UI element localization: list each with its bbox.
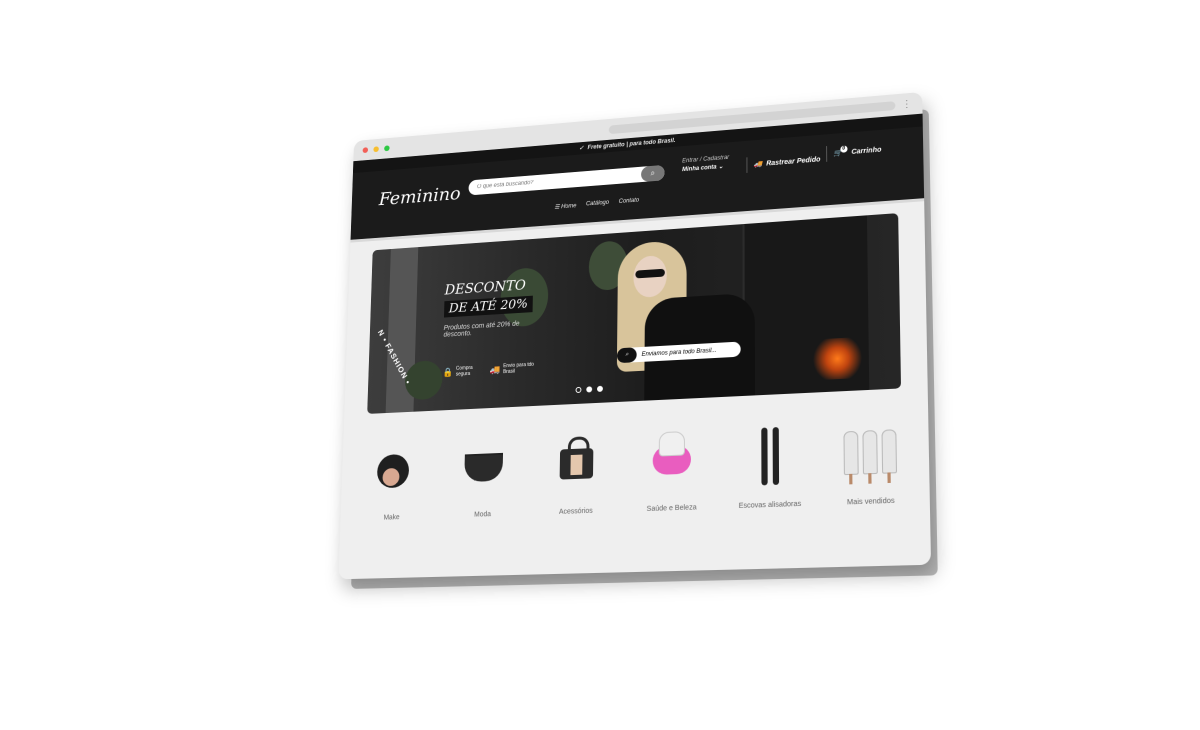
- nav-catalog[interactable]: Catálogo: [586, 200, 609, 208]
- promo-title-line2: DE ATÉ 20%: [443, 295, 533, 318]
- cart-count-badge: 0: [840, 144, 848, 153]
- category-label: Saúde e Beleza: [646, 504, 697, 514]
- carousel-dot[interactable]: [586, 386, 593, 393]
- chevron-down-icon: ⌄: [718, 164, 724, 171]
- category-escovas[interactable]: Escovas alisadoras: [729, 421, 812, 510]
- feature-shipping: 🚚 Envio para tdo Brasil: [489, 361, 535, 376]
- hamburger-icon: ☰: [554, 204, 560, 211]
- account-menu[interactable]: Entrar / Cadastrar Minha conta ⌄: [682, 154, 729, 175]
- minimize-window-button[interactable]: [373, 146, 379, 153]
- browser-window: ⋮ ✓ Frete gratuito | para todo Brasil. F…: [338, 91, 932, 580]
- brush-icon: [760, 427, 779, 486]
- category-mais-vendidos[interactable]: Mais vendidos: [828, 417, 914, 507]
- feature-secure: 🔒 Compra segura: [442, 365, 473, 378]
- category-label: Make: [383, 514, 400, 522]
- browser-mockup: ⋮ ✓ Frete gratuito | para todo Brasil. F…: [338, 91, 932, 580]
- promo-text: DESCONTO DE ATÉ 20% Produtos com até 20%…: [443, 277, 533, 339]
- carousel-dot[interactable]: [596, 385, 603, 393]
- search-button[interactable]: ⌕: [641, 164, 665, 183]
- close-window-button[interactable]: [362, 147, 369, 154]
- search-icon: ⌕: [650, 168, 655, 178]
- track-order-link[interactable]: 🚚 Rastrear Pedido: [746, 151, 821, 173]
- hero-banner[interactable]: N • FASHION • DESCONTO DE ATÉ 20% Produt…: [367, 213, 902, 414]
- nav-home[interactable]: ☰ Home: [554, 202, 576, 210]
- site-logo[interactable]: Feminino: [379, 183, 461, 210]
- search-input[interactable]: [468, 170, 641, 192]
- promo-title-line1: DESCONTO: [444, 277, 526, 299]
- main-nav: ☰ Home Catálogo Contato: [554, 198, 639, 211]
- compact-icon: [376, 453, 410, 489]
- bag-icon: [559, 448, 594, 480]
- cart-link[interactable]: 🛒 0 Carrinho: [826, 141, 882, 162]
- ipl-icon: [843, 429, 898, 476]
- category-moda[interactable]: Moda: [444, 434, 522, 519]
- category-acessorios[interactable]: Acessórios: [537, 430, 617, 517]
- discount-tag-icon: ✓: [578, 145, 584, 152]
- truck-icon: 🚚: [489, 364, 501, 375]
- category-label: Acessórios: [558, 507, 593, 516]
- shipping-pill-text: Enviamos para todo Brasil...: [641, 347, 717, 358]
- category-label: Escovas alisadoras: [738, 500, 802, 511]
- track-order-label: Rastrear Pedido: [766, 155, 821, 168]
- category-label: Moda: [474, 511, 491, 519]
- truck-icon: 🚚: [753, 161, 763, 169]
- banner-sparks: [806, 336, 870, 381]
- stage: ⋮ ✓ Frete gratuito | para todo Brasil. F…: [0, 0, 1200, 730]
- maximize-window-button[interactable]: [384, 145, 390, 152]
- lock-icon: 🔒: [442, 366, 454, 377]
- epilator-icon: [652, 445, 691, 476]
- carousel-dots: [575, 385, 603, 394]
- category-make[interactable]: Make: [354, 438, 431, 522]
- search-icon: ⌕: [616, 347, 637, 364]
- category-label: Mais vendidos: [846, 497, 895, 507]
- cart-label: Carrinho: [851, 146, 882, 156]
- browser-menu-icon[interactable]: ⋮: [901, 98, 912, 110]
- bra-icon: [464, 452, 504, 483]
- category-saude-beleza[interactable]: Saúde e Beleza: [631, 426, 712, 514]
- carousel-dot[interactable]: [575, 386, 582, 394]
- category-list: Make Moda Acessórios Saúde e Beleza Esco…: [354, 417, 913, 523]
- nav-contact[interactable]: Contato: [619, 198, 639, 206]
- promo-description: Produtos com até 20% de desconto.: [443, 320, 520, 339]
- search-bar: ⌕: [468, 164, 665, 196]
